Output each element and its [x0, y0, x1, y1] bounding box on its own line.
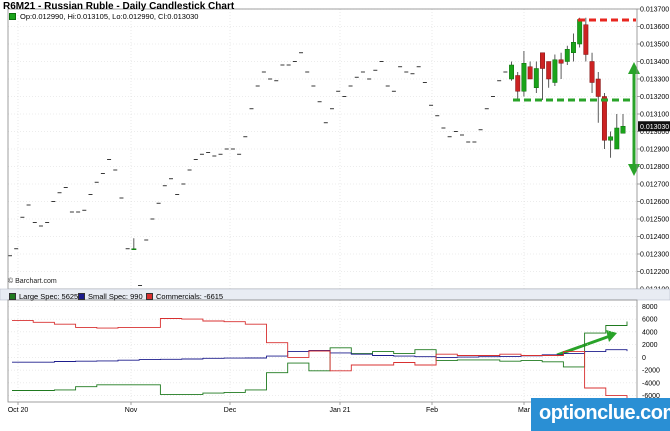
price-tick-label: 0.012700: [640, 182, 669, 189]
candle-bull: [571, 42, 576, 53]
cot-tick-label: 4000: [642, 329, 658, 336]
candle-bull: [608, 136, 614, 141]
price-tick-label: 0.012800: [640, 164, 669, 171]
price-tick-label: 0.012400: [640, 234, 669, 241]
price-tick-label: 0.012600: [640, 199, 669, 206]
x-tick-label: Mar: [518, 407, 531, 414]
legend-label: Large Spec: 5625: [19, 292, 79, 301]
candle-bear: [558, 59, 564, 64]
cot-tick-label: 6000: [642, 317, 658, 324]
cot-trend-arrow-shaft: [556, 334, 611, 357]
large-spec-line: [12, 321, 628, 395]
candle-bear: [540, 52, 545, 69]
candle-bull: [614, 127, 620, 150]
ohlc-swatch: [9, 13, 16, 20]
price-tick-label: 0.012500: [640, 217, 669, 224]
candle-bull: [533, 68, 539, 88]
candle-bull: [521, 63, 527, 92]
price-tick-label: 0.013300: [640, 77, 669, 84]
legend-swatch: [78, 293, 85, 300]
candle-bull: [577, 19, 583, 45]
credit-label: © Barchart.com: [8, 278, 57, 285]
price-gridlines: [8, 8, 637, 290]
cot-series: [12, 318, 628, 400]
price-tick-label: 0.013500: [640, 42, 669, 49]
candle-bear: [583, 24, 589, 55]
price-tick-label: 0.013700: [640, 7, 669, 14]
price-y-axis: 0.0121000.0122000.0123000.0124000.012500…: [637, 7, 670, 294]
candlestick-series: [8, 17, 626, 286]
x-axis: Oct 20 Nov Dec Jan 21 Feb Mar: [8, 402, 531, 414]
cot-tick-label: 2000: [642, 342, 658, 349]
chart-title: R6M21 - Russian Ruble - Daily Candlestic…: [3, 1, 235, 12]
watermark-text: optionclue.com: [539, 402, 670, 424]
candle-bear: [589, 61, 595, 83]
candle-bull: [131, 248, 137, 250]
cot-y-axis: 80006000400020000-2000-4000-6000: [642, 304, 660, 400]
legend-large-spec: Large Spec: 5625: [9, 292, 78, 301]
candle-bull: [564, 49, 570, 62]
price-tick-label: 0.013400: [640, 59, 669, 66]
legend-commercials: Commercials: -6615: [146, 292, 223, 301]
commercials-line: [12, 318, 628, 400]
candle-bear: [515, 75, 521, 92]
x-tick-label: Feb: [426, 407, 438, 414]
price-tick-label: 0.012900: [640, 147, 669, 154]
range-arrow-down-head: [628, 164, 640, 176]
candle-bear: [546, 61, 552, 80]
cot-tick-label: -4000: [642, 380, 660, 387]
legend-label: Small Spec: 990: [88, 292, 143, 301]
price-tick-label: 0.013600: [640, 24, 669, 31]
cot-tick-label: 0: [642, 355, 646, 362]
legend-label: Commercials: -6615: [156, 292, 224, 301]
x-tick-label: Nov: [125, 407, 138, 414]
candle-bull: [620, 126, 626, 134]
candle-bear: [601, 96, 607, 141]
x-tick-label: Dec: [224, 407, 237, 414]
price-tick-label: 0.012200: [640, 269, 669, 276]
candle-bull: [552, 59, 558, 83]
chart-canvas: 0.0121000.0122000.0123000.0124000.012500…: [0, 7, 670, 414]
chart-page: 0.0121000.0122000.0123000.0124000.012500…: [0, 0, 670, 431]
price-tick-label: 0.013100: [640, 112, 669, 119]
range-arrow-up-head: [628, 62, 640, 74]
x-tick-label: Jan 21: [329, 407, 350, 414]
legend-swatch: [146, 293, 153, 300]
cot-tick-label: 8000: [642, 304, 658, 311]
cot-tick-label: -2000: [642, 368, 660, 375]
ohlc-readout: Op:0.012990, Hi:0.013105, Lo:0.012990, C…: [20, 12, 199, 21]
candle-bear: [595, 78, 601, 97]
watermark-banner: optionclue.com: [531, 398, 670, 431]
legend-swatch: [9, 293, 16, 300]
candle-bear: [527, 66, 533, 80]
candle-bull: [509, 64, 514, 80]
legend-small-spec: Small Spec: 990: [78, 292, 143, 301]
price-tick-label: 0.013200: [640, 94, 669, 101]
x-tick-label: Oct 20: [8, 407, 29, 414]
last-price-label: 0.013030: [640, 124, 669, 131]
price-tick-label: 0.012300: [640, 252, 669, 259]
